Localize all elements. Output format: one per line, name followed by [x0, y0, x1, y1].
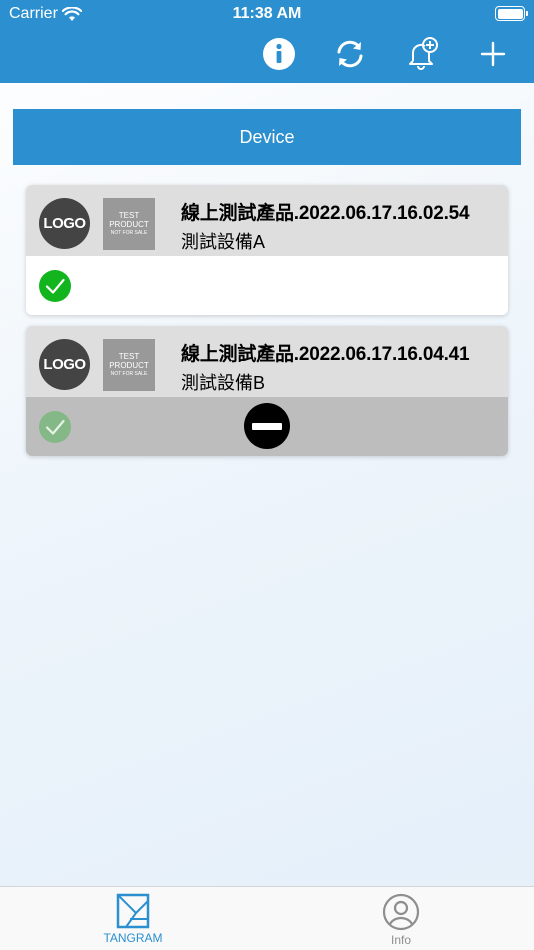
add-button[interactable] — [475, 36, 511, 72]
section-title: Device — [239, 126, 295, 147]
device-card-status-row — [26, 256, 508, 315]
info-icon — [263, 38, 295, 70]
status-bar: Carrier 11:38 AM — [0, 0, 534, 28]
blocked-icon — [244, 403, 290, 449]
device-name: 線上測試產品.2022.06.17.16.02.54 — [181, 203, 470, 224]
tab-label: TANGRAM — [103, 931, 163, 945]
checkmark-icon[interactable] — [39, 270, 71, 302]
tab-bar: TANGRAM Info — [0, 886, 534, 950]
device-card[interactable]: LOGO TEST PRODUCT NOT FOR SALE 線上測試產品.20… — [26, 326, 508, 456]
device-card-status-row — [26, 397, 508, 456]
top-bar: Carrier 11:38 AM — [0, 0, 534, 83]
tab-tangram[interactable]: TANGRAM — [73, 893, 193, 945]
plus-icon — [480, 41, 506, 67]
clock: 11:38 AM — [232, 5, 302, 22]
brand-logo: LOGO — [39, 198, 90, 249]
device-card-header: LOGO TEST PRODUCT NOT FOR SALE 線上測試產品.20… — [26, 326, 508, 397]
refresh-button[interactable] — [332, 36, 368, 72]
product-image: TEST PRODUCT NOT FOR SALE — [103, 339, 155, 391]
device-subtitle: 測試設備A — [181, 232, 266, 252]
refresh-icon — [337, 40, 363, 68]
brand-logo: LOGO — [39, 339, 90, 390]
checkmark-icon[interactable] — [39, 411, 71, 443]
profile-icon — [382, 893, 420, 931]
product-image: TEST PRODUCT NOT FOR SALE — [103, 198, 155, 250]
info-button[interactable] — [261, 36, 297, 72]
add-alert-button[interactable] — [404, 36, 440, 72]
device-subtitle: 測試設備B — [181, 373, 266, 393]
device-card-header: LOGO TEST PRODUCT NOT FOR SALE 線上測試產品.20… — [26, 185, 508, 256]
bell-plus-icon — [409, 37, 438, 70]
tangram-icon — [116, 893, 150, 929]
device-card[interactable]: LOGO TEST PRODUCT NOT FOR SALE 線上測試產品.20… — [26, 185, 508, 315]
device-section-header: Device — [13, 109, 521, 165]
tab-info[interactable]: Info — [341, 893, 461, 947]
device-name: 線上測試產品.2022.06.17.16.04.41 — [181, 344, 470, 365]
tab-label: Info — [390, 933, 411, 947]
battery-icon — [495, 6, 528, 21]
